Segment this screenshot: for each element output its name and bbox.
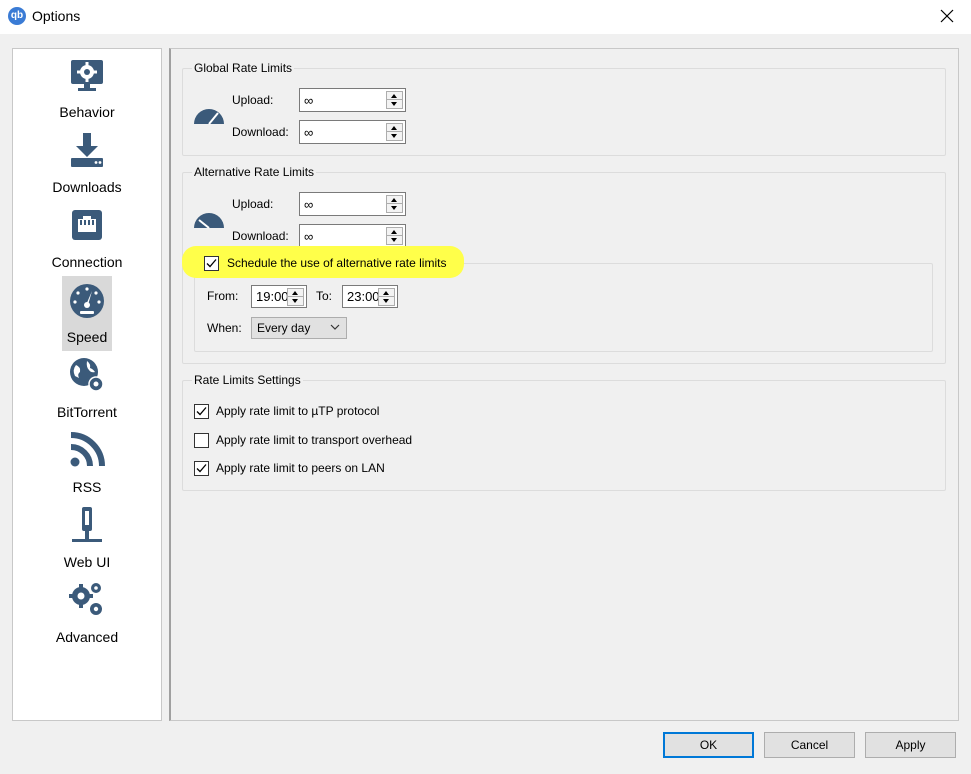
spin-down-button[interactable] <box>387 236 402 244</box>
alt-download-spinbox[interactable]: ∞ <box>299 224 406 248</box>
spin-down-button[interactable] <box>387 100 402 108</box>
spin-down-button[interactable] <box>387 132 402 140</box>
sidebar-item-bittorrent[interactable]: BitTorrent <box>13 351 161 426</box>
upload-label: Upload: <box>232 197 274 211</box>
app-logo-icon: qb <box>8 7 26 25</box>
spinbox-value: 23:00 <box>347 289 380 304</box>
sidebar-item-label: RSS <box>72 479 102 495</box>
sidebar-item-advanced[interactable]: Advanced <box>13 576 161 651</box>
spin-down-button[interactable] <box>379 297 394 305</box>
globe-gear-icon <box>70 358 104 392</box>
checkmark-icon <box>206 259 217 268</box>
spinbox-value: ∞ <box>304 197 314 212</box>
speed-gauge-icon <box>194 109 224 125</box>
overhead-label[interactable]: Apply rate limit to transport overhead <box>216 433 412 447</box>
spinbox-value: ∞ <box>304 229 314 244</box>
spinbox-value: ∞ <box>304 125 314 140</box>
spin-up-button[interactable] <box>387 228 402 236</box>
spin-down-button[interactable] <box>387 204 402 212</box>
sidebar-item-downloads[interactable]: Downloads <box>13 126 161 201</box>
alt-speed-gauge-icon <box>194 213 224 229</box>
sidebar-item-label: Downloads <box>52 179 122 195</box>
when-label: When: <box>207 321 242 335</box>
sidebar-item-connection[interactable]: Connection <box>13 201 161 276</box>
global-upload-spinbox[interactable]: ∞ <box>299 88 406 112</box>
sidebar-item-behavior[interactable]: Behavior <box>13 51 161 126</box>
spin-up-button[interactable] <box>387 92 402 100</box>
rss-feed-icon <box>70 432 105 467</box>
gears-icon <box>69 583 102 615</box>
global-rate-limits-group <box>182 68 946 156</box>
cancel-button[interactable]: Cancel <box>764 732 855 758</box>
utp-label[interactable]: Apply rate limit to µTP protocol <box>216 404 379 418</box>
spinbox-value: ∞ <box>304 93 314 108</box>
download-label: Download: <box>232 229 289 243</box>
sidebar-item-label: Advanced <box>55 629 119 645</box>
speedometer-icon <box>70 284 104 318</box>
group-title: Alternative Rate Limits <box>192 165 317 179</box>
sidebar-item-webui[interactable]: Web UI <box>13 501 161 576</box>
sidebar: Behavior Downloads Connection Speed BitT… <box>12 48 162 721</box>
when-dropdown[interactable]: Every day <box>251 317 347 339</box>
window-title: Options <box>32 8 81 24</box>
spin-up-button[interactable] <box>387 124 402 132</box>
download-label: Download: <box>232 125 289 139</box>
spin-up-button[interactable] <box>288 289 303 297</box>
checkmark-icon <box>196 464 207 473</box>
sidebar-item-label: Speed <box>66 329 108 345</box>
sidebar-item-label: Behavior <box>59 104 115 120</box>
sidebar-item-label: Web UI <box>63 554 111 570</box>
checkmark-icon <box>196 407 207 416</box>
sidebar-item-label: Connection <box>51 254 123 270</box>
upload-label: Upload: <box>232 93 274 107</box>
ethernet-port-icon <box>72 210 102 240</box>
sidebar-item-rss[interactable]: RSS <box>13 426 161 501</box>
spin-down-button[interactable] <box>288 297 303 305</box>
sidebar-item-speed[interactable]: Speed <box>13 276 161 351</box>
schedule-checkbox[interactable] <box>204 256 219 271</box>
sidebar-item-label: BitTorrent <box>57 404 117 420</box>
dropdown-value: Every day <box>257 321 311 335</box>
to-label: To: <box>316 289 333 303</box>
to-time-spinbox[interactable]: 23:00 <box>342 285 398 308</box>
apply-button[interactable]: Apply <box>865 732 956 758</box>
overhead-checkbox[interactable] <box>194 433 209 448</box>
monitor-gear-icon <box>71 60 103 91</box>
from-time-spinbox[interactable]: 19:00 <box>251 285 307 308</box>
ok-button[interactable]: OK <box>663 732 754 758</box>
close-icon <box>940 9 954 23</box>
from-label: From: <box>207 289 239 303</box>
lan-label[interactable]: Apply rate limit to peers on LAN <box>216 461 385 475</box>
download-tray-icon <box>71 133 103 167</box>
global-download-spinbox[interactable]: ∞ <box>299 120 406 144</box>
lan-checkbox[interactable] <box>194 461 209 476</box>
network-plug-icon <box>72 507 102 542</box>
utp-checkbox[interactable] <box>194 404 209 419</box>
group-title: Rate Limits Settings <box>192 373 303 387</box>
spin-up-button[interactable] <box>379 289 394 297</box>
close-button[interactable] <box>925 0 971 34</box>
group-title: Global Rate Limits <box>192 61 295 75</box>
spin-up-button[interactable] <box>387 196 402 204</box>
schedule-label[interactable]: Schedule the use of alternative rate lim… <box>227 256 446 270</box>
title-bar: qb Options <box>0 0 971 34</box>
alt-upload-spinbox[interactable]: ∞ <box>299 192 406 216</box>
chevron-down-icon <box>330 324 340 330</box>
spinbox-value: 19:00 <box>256 289 289 304</box>
